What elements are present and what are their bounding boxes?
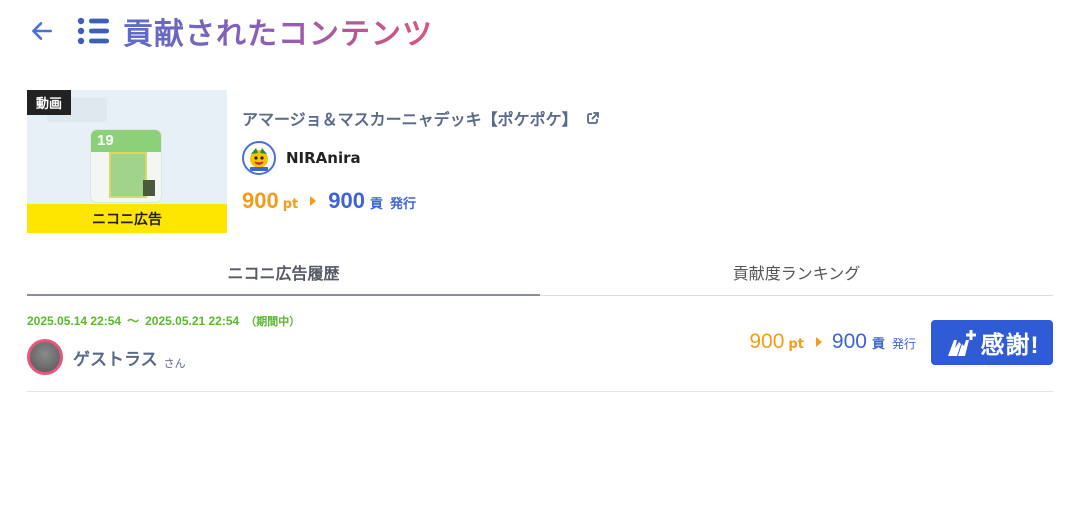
points-value: 900 (749, 330, 785, 353)
content-thumbnail[interactable]: 19 動画 ニコニ広告 (27, 90, 227, 233)
content-card: 19 動画 ニコニ広告 アマージョ＆マスカーニャデッキ【ポケポケ】 NIRAni… (27, 90, 1053, 233)
points-unit: pt (282, 197, 299, 212)
triangle-right-icon (310, 196, 317, 206)
supporter-name: ゲストラス (73, 349, 158, 370)
creator-link[interactable]: NIRAnira (242, 141, 361, 175)
content-title: アマージョ＆マスカーニャデッキ【ポケポケ】 (242, 110, 578, 129)
thumbnail-card-box: 19 (91, 130, 161, 202)
back-button[interactable] (27, 16, 57, 46)
tab-bar: ニコニ広告履歴 貢献度ランキング (27, 248, 1053, 296)
thumbnail-card-image (109, 152, 147, 198)
page-title: 貢献されたコンテンツ (123, 9, 433, 53)
creator-name: NIRAnira (286, 149, 361, 167)
period-end: 2025.05.21 22:54 (145, 314, 240, 328)
thanks-label: 感謝! (980, 332, 1040, 359)
history-points: 900 pt 900 貢 発行 (749, 330, 916, 354)
triangle-right-icon (815, 337, 822, 347)
period-separator: 〜 (127, 314, 140, 328)
supporter-avatar (27, 339, 63, 375)
content-points: 900 pt 900 貢 発行 (242, 188, 416, 214)
content-title-link[interactable]: アマージョ＆マスカーニャデッキ【ポケポケ】 (242, 106, 600, 130)
video-badge: 動画 (27, 90, 72, 115)
external-link-icon (586, 111, 600, 125)
list-icon (77, 17, 109, 45)
thanks-button[interactable]: 感謝! (931, 320, 1053, 365)
arrow-left-icon (32, 22, 52, 40)
issue-label: 発行 (389, 197, 416, 212)
creator-avatar-image (250, 148, 268, 171)
history-row: 2025.05.14 22:54 〜 2025.05.21 22:54 （期間中） ゲ… (27, 296, 1053, 392)
contribution-unit: 貢 (369, 197, 383, 212)
ad-label: ニコニ広告 (27, 204, 227, 233)
period-start: 2025.05.14 22:54 (27, 314, 122, 328)
period-status: （期間中） (245, 316, 301, 328)
contribution-value: 900 (328, 188, 365, 213)
thumbnail-number: 19 (97, 132, 114, 149)
supporter[interactable]: ゲストラス さん (27, 339, 186, 375)
tab-ad-history[interactable]: ニコニ広告履歴 (27, 248, 540, 296)
points-value: 900 (242, 188, 279, 213)
contribution-unit: 貢 (871, 337, 885, 352)
supporter-honorific: さん (163, 357, 186, 370)
thumbnail-card-small (143, 180, 155, 196)
issue-label: 発行 (891, 337, 916, 351)
creator-avatar (242, 141, 276, 175)
ad-period: 2025.05.14 22:54 〜 2025.05.21 22:54 （期間中） (27, 312, 300, 329)
list-button[interactable] (75, 13, 111, 49)
tab-contribution-ranking[interactable]: 貢献度ランキング (540, 248, 1053, 295)
contribution-value: 900 (831, 330, 867, 353)
points-unit: pt (788, 337, 804, 352)
thanks-hands-icon (947, 329, 976, 356)
page-header: 貢献されたコンテンツ (27, 10, 433, 52)
